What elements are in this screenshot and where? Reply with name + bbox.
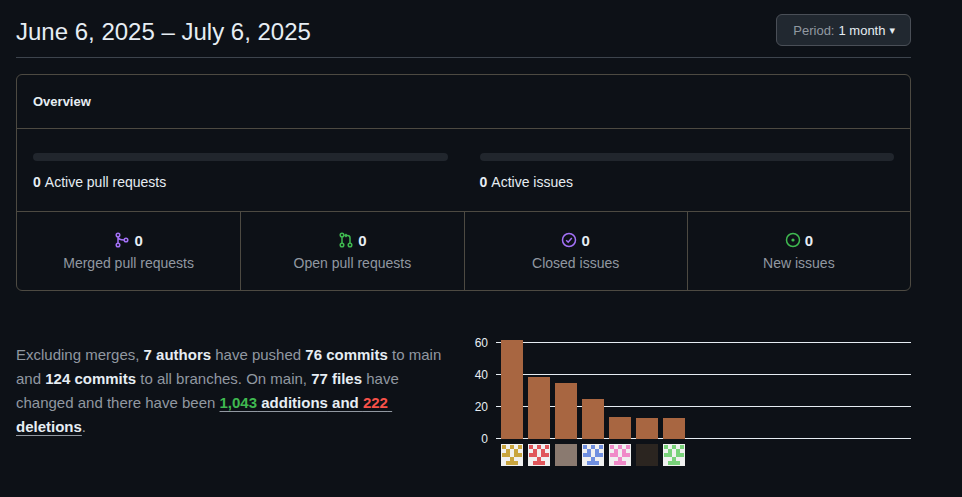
pr-open-icon — [338, 232, 354, 248]
active-section: 0Active pull requests0Active issues — [17, 129, 910, 212]
gridline — [496, 374, 911, 375]
summary-segment: 76 commits — [305, 346, 388, 363]
summary-section: Excluding merges, 7 authors have pushed … — [16, 335, 911, 466]
progress-track — [33, 153, 448, 161]
commit-bar[interactable] — [609, 417, 631, 439]
period-label: Period: — [793, 23, 834, 38]
author-avatar[interactable] — [555, 444, 577, 466]
commit-bar[interactable] — [555, 383, 577, 439]
period-value: 1 month — [838, 23, 885, 38]
author-avatar[interactable] — [663, 444, 685, 466]
author-avatar[interactable] — [528, 444, 550, 466]
stat-value: 0 — [805, 232, 813, 249]
commits-chart: 60 40 20 0 — [470, 335, 911, 466]
overview-title: Overview — [17, 75, 910, 129]
active-label: Active pull requests — [45, 174, 166, 190]
identicon-icon — [663, 444, 685, 466]
merged-icon — [114, 232, 130, 248]
author-avatar[interactable] — [609, 444, 631, 466]
stat-cell[interactable]: 0 Merged pull requests — [17, 212, 240, 290]
summary-segment[interactable]: and — [328, 394, 363, 411]
progress-track — [480, 153, 895, 161]
photo-icon — [636, 444, 658, 466]
stat-cell[interactable]: 0 New issues — [687, 212, 910, 290]
page-header: June 6, 2025 – July 6, 2025 Period: 1 mont… — [16, 14, 911, 58]
stat-cell[interactable]: 0 Open pull requests — [240, 212, 463, 290]
caret-icon: ▾ — [889, 24, 895, 37]
summary-segment: 77 files — [311, 370, 362, 387]
overview-box: Overview0Active pull requests0Active iss… — [16, 74, 911, 291]
plot-area — [496, 335, 911, 439]
stat-value: 0 — [358, 232, 366, 249]
summary-segment: to all branches. On main, — [136, 370, 311, 387]
period-button[interactable]: Period: 1 month ▾ — [776, 14, 911, 46]
commit-bar[interactable] — [501, 340, 523, 439]
y-tick: 60 — [475, 337, 488, 349]
summary-segment: have pushed — [211, 346, 305, 363]
summary-segment: . — [82, 418, 86, 435]
commit-bar[interactable] — [582, 399, 604, 439]
summary-segment: 7 authors — [144, 346, 212, 363]
active-count: 0 — [33, 174, 41, 190]
active-item: 0Active pull requests — [33, 153, 448, 190]
stat-value: 0 — [581, 232, 589, 249]
stat-value-row: 0 — [785, 232, 813, 249]
active-label: Active issues — [491, 174, 573, 190]
stat-label: Closed issues — [532, 255, 619, 271]
issue-open-icon — [785, 232, 801, 248]
summary-segment: Excluding merges, — [16, 346, 144, 363]
author-avatar[interactable] — [501, 444, 523, 466]
issue-closed-icon — [561, 232, 577, 248]
identicon-icon — [501, 444, 523, 466]
photo-icon — [555, 444, 577, 466]
y-tick: 20 — [475, 401, 488, 413]
stat-label: Merged pull requests — [63, 255, 194, 271]
commit-bar[interactable] — [663, 418, 685, 439]
active-text[interactable]: 0Active pull requests — [33, 174, 448, 190]
active-count: 0 — [480, 174, 488, 190]
commit-bar[interactable] — [528, 377, 550, 439]
summary-segment[interactable]: additions — [257, 394, 328, 411]
summary-segment[interactable]: 1,043 — [220, 394, 258, 411]
author-avatar[interactable] — [636, 444, 658, 466]
y-tick: 40 — [475, 369, 488, 381]
y-axis: 6040200 — [470, 335, 496, 439]
identicon-icon — [582, 444, 604, 466]
author-avatars — [470, 444, 911, 466]
active-text[interactable]: 0Active issues — [480, 174, 895, 190]
author-avatar[interactable] — [582, 444, 604, 466]
active-item: 0Active issues — [480, 153, 895, 190]
stat-value: 0 — [134, 232, 142, 249]
identicon-icon — [528, 444, 550, 466]
summary-text: Excluding merges, 7 authors have pushed … — [16, 343, 458, 466]
stat-value-row: 0 — [561, 232, 589, 249]
commit-bar[interactable] — [636, 418, 658, 439]
bars — [496, 335, 911, 439]
stat-value-row: 0 — [114, 232, 142, 249]
stat-value-row: 0 — [338, 232, 366, 249]
summary-segment[interactable]: 222 — [363, 394, 388, 411]
stats-row: 0 Merged pull requests 0 Open pull requests… — [17, 212, 910, 290]
stat-label: Open pull requests — [294, 255, 412, 271]
chart-main: 6040200 — [470, 335, 911, 439]
identicon-icon — [609, 444, 631, 466]
date-range-title: June 6, 2025 – July 6, 2025 — [16, 14, 311, 46]
summary-segment: 124 commits — [45, 370, 136, 387]
stat-cell[interactable]: 0 Closed issues — [464, 212, 687, 290]
stat-label: New issues — [763, 255, 835, 271]
y-tick: 0 — [481, 433, 488, 445]
gridline — [496, 342, 911, 343]
